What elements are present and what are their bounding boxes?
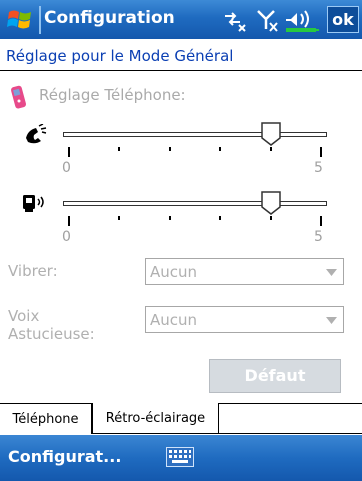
phone-ring-icon bbox=[26, 124, 47, 144]
vibrate-label: Vibrer: bbox=[8, 262, 58, 280]
slider-tick bbox=[269, 147, 272, 151]
smart-voice-select-value: Aucun bbox=[150, 311, 198, 329]
ringer-volume-max-label: 5 bbox=[314, 160, 323, 176]
device-speaker-icon bbox=[23, 195, 44, 212]
signal-off-icon[interactable] bbox=[256, 7, 280, 33]
slider-tick bbox=[168, 147, 171, 151]
slider-tick bbox=[68, 147, 70, 157]
ok-button[interactable]: ok bbox=[327, 6, 359, 33]
title-separator bbox=[39, 6, 41, 34]
smart-voice-label-line2: Astucieuse: bbox=[8, 325, 95, 343]
device-volume-min-label: 0 bbox=[62, 229, 71, 245]
chevron-down-icon bbox=[326, 317, 337, 324]
page-heading: Réglage pour le Mode Général bbox=[6, 47, 234, 65]
slider-tick bbox=[219, 147, 222, 151]
slider-tick bbox=[68, 216, 70, 226]
slider-tick bbox=[219, 216, 222, 220]
default-button[interactable]: Défaut bbox=[209, 359, 341, 393]
tab-telephone[interactable]: Téléphone bbox=[0, 404, 92, 434]
slider-tick bbox=[118, 216, 121, 220]
vibrate-select-value: Aucun bbox=[150, 263, 198, 281]
windows-start-icon[interactable] bbox=[6, 6, 36, 34]
tab-strip-filler bbox=[219, 403, 362, 434]
chevron-down-icon bbox=[326, 269, 337, 276]
ringer-volume-thumb[interactable] bbox=[260, 121, 282, 147]
connectivity-icon[interactable] bbox=[222, 7, 248, 33]
slider-tick bbox=[118, 147, 121, 151]
slider-tick bbox=[168, 216, 171, 220]
volume-icon[interactable] bbox=[284, 7, 322, 33]
tab-backlight[interactable]: Rétro-éclairage bbox=[92, 403, 219, 434]
ringer-volume-track[interactable] bbox=[63, 132, 327, 137]
smart-voice-label-line1: Voix bbox=[8, 307, 40, 325]
slider-tick bbox=[269, 216, 272, 220]
slider-tick bbox=[320, 216, 322, 226]
vibrate-select[interactable]: Aucun bbox=[145, 258, 344, 285]
phone-settings-label: Réglage Téléphone: bbox=[39, 86, 186, 104]
heading-divider bbox=[0, 70, 362, 71]
title-bar: Configuration ok bbox=[0, 0, 362, 39]
configuration-menu-button[interactable]: Configurat... bbox=[8, 447, 121, 466]
device-volume-thumb[interactable] bbox=[260, 190, 282, 216]
keyboard-icon[interactable] bbox=[166, 447, 194, 467]
ringer-volume-min-label: 0 bbox=[62, 160, 71, 176]
window-title: Configuration bbox=[44, 8, 175, 28]
device-volume-track[interactable] bbox=[63, 201, 327, 206]
slider-tick bbox=[320, 147, 322, 157]
phone-icon bbox=[11, 85, 27, 109]
device-volume-max-label: 5 bbox=[314, 229, 323, 245]
command-bar: Configurat... bbox=[0, 435, 362, 481]
smart-voice-select[interactable]: Aucun bbox=[145, 306, 344, 333]
